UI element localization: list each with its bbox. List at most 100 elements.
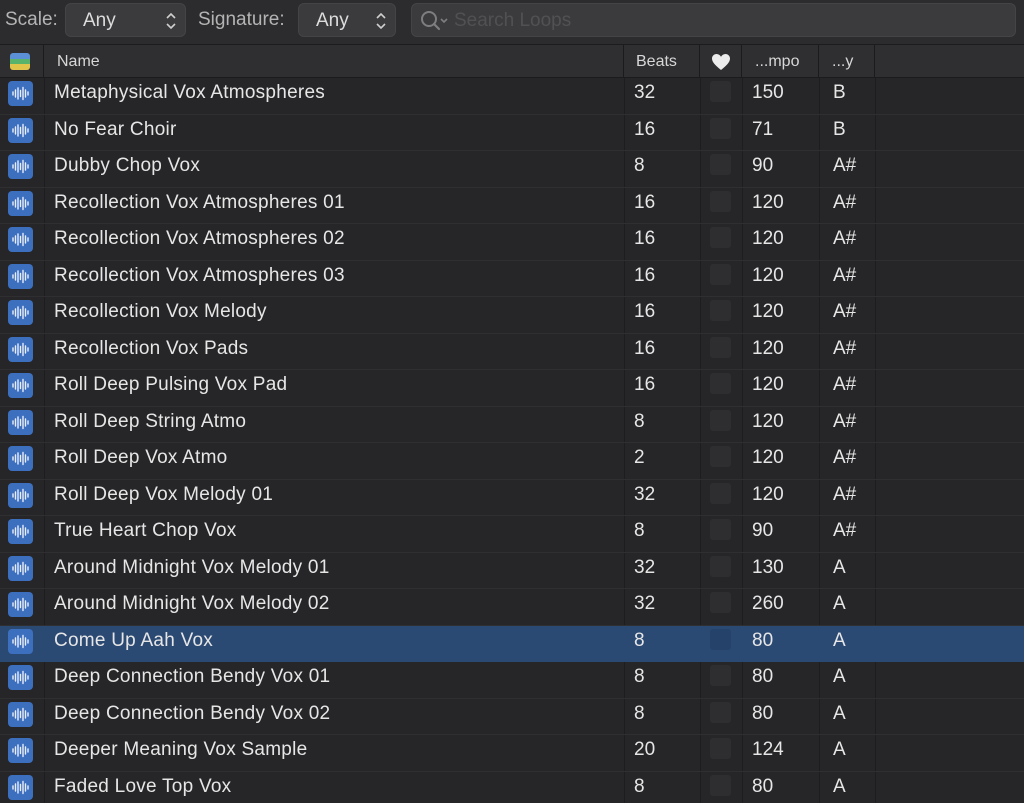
loop-tempo: 120 — [752, 191, 784, 213]
audio-waveform-icon — [8, 227, 33, 252]
loop-beats: 16 — [634, 191, 656, 213]
loop-name: Deep Connection Bendy Vox 02 — [54, 702, 331, 724]
loop-beats: 8 — [634, 155, 645, 176]
table-row[interactable]: Roll Deep Vox Atmo 2 120 A# — [0, 443, 1024, 480]
favorite-checkbox[interactable] — [710, 154, 731, 175]
favorite-checkbox[interactable] — [710, 738, 731, 759]
loop-key: B — [833, 118, 846, 140]
favorite-column-header[interactable] — [700, 45, 742, 78]
beats-column-header[interactable]: Beats — [624, 45, 700, 78]
loop-beats: 32 — [634, 483, 656, 505]
loop-tempo: 260 — [752, 593, 784, 614]
favorite-checkbox[interactable] — [710, 263, 731, 285]
table-row[interactable]: Dubby Chop Vox 8 90 A# — [0, 151, 1024, 188]
loop-key: A — [833, 666, 846, 687]
loop-key: A# — [833, 520, 857, 541]
favorite-checkbox[interactable] — [710, 446, 731, 467]
audio-waveform-icon — [8, 373, 33, 398]
loop-beats: 2 — [634, 447, 645, 468]
loop-name: Recollection Vox Atmospheres 03 — [54, 264, 345, 286]
loop-tempo: 120 — [752, 374, 784, 395]
loop-beats: 32 — [634, 593, 656, 614]
table-row[interactable]: Roll Deep String Atmo 8 120 A# — [0, 407, 1024, 443]
loop-key: A — [833, 775, 846, 797]
audio-waveform-icon — [8, 300, 33, 325]
audio-waveform-icon — [8, 519, 33, 544]
favorite-checkbox[interactable] — [710, 774, 731, 796]
loop-tempo: 80 — [752, 702, 774, 724]
audio-waveform-icon — [8, 117, 33, 143]
favorite-checkbox[interactable] — [710, 519, 731, 540]
loop-beats: 16 — [634, 374, 656, 395]
table-row[interactable]: No Fear Choir 16 71 B — [0, 115, 1024, 151]
loop-beats: 16 — [634, 228, 656, 249]
loop-key: A# — [833, 483, 857, 505]
audio-waveform-icon — [8, 701, 33, 727]
table-row[interactable]: True Heart Chop Vox 8 90 A# — [0, 516, 1024, 553]
loop-key: A — [833, 739, 846, 760]
loop-beats: 32 — [634, 556, 656, 578]
favorite-checkbox[interactable] — [710, 190, 731, 212]
loop-name: Recollection Vox Atmospheres 01 — [54, 191, 345, 213]
key-column-header[interactable]: ...y — [819, 45, 875, 78]
loop-beats: 8 — [634, 520, 645, 541]
loop-tempo: 120 — [752, 264, 784, 286]
favorite-checkbox[interactable] — [710, 409, 731, 431]
signature-label: Signature: — [198, 9, 285, 30]
favorite-checkbox[interactable] — [710, 592, 731, 613]
favorite-checkbox[interactable] — [710, 300, 731, 321]
audio-waveform-icon — [8, 555, 33, 581]
loop-name: Deep Connection Bendy Vox 01 — [54, 666, 331, 687]
favorite-checkbox[interactable] — [710, 665, 731, 686]
table-row[interactable]: Recollection Vox Atmospheres 03 16 120 A… — [0, 261, 1024, 297]
color-column-header[interactable] — [0, 45, 44, 78]
loop-key: A# — [833, 191, 857, 213]
loop-name: Roll Deep String Atmo — [54, 410, 247, 432]
favorite-checkbox[interactable] — [710, 336, 731, 358]
table-row[interactable]: Around Midnight Vox Melody 01 32 130 A — [0, 553, 1024, 589]
table-row[interactable]: Deeper Meaning Vox Sample 20 124 A — [0, 735, 1024, 772]
loop-key: A# — [833, 410, 857, 432]
favorite-checkbox[interactable] — [710, 482, 731, 504]
loop-tempo: 120 — [752, 483, 784, 505]
loop-beats: 16 — [634, 337, 656, 359]
name-column-header[interactable]: Name — [44, 45, 624, 78]
table-row[interactable]: Come Up Aah Vox 8 80 A — [0, 625, 1024, 662]
favorite-checkbox[interactable] — [710, 628, 731, 650]
loop-beats: 16 — [634, 301, 656, 322]
loop-tempo: 130 — [752, 556, 784, 578]
favorite-checkbox[interactable] — [710, 373, 731, 394]
tempo-column-header[interactable]: ...mpo — [742, 45, 819, 78]
signature-select[interactable]: Any — [298, 3, 396, 37]
favorite-checkbox[interactable] — [710, 117, 731, 139]
favorite-checkbox[interactable] — [710, 81, 731, 102]
filter-bar: Scale: Any Signature: Any Search Loops — [0, 0, 1024, 45]
favorite-checkbox[interactable] — [710, 701, 731, 723]
table-row[interactable]: Deep Connection Bendy Vox 02 8 80 A — [0, 699, 1024, 735]
favorite-checkbox[interactable] — [710, 555, 731, 577]
table-row[interactable]: Roll Deep Vox Melody 01 32 120 A# — [0, 480, 1024, 516]
loop-name: Deeper Meaning Vox Sample — [54, 739, 308, 760]
table-row[interactable]: Recollection Vox Atmospheres 01 16 120 A… — [0, 188, 1024, 224]
loop-key: A# — [833, 264, 857, 286]
table-row[interactable]: Recollection Vox Pads 16 120 A# — [0, 334, 1024, 370]
scale-select-value: Any — [83, 10, 116, 31]
loop-tempo: 90 — [752, 520, 774, 541]
loop-beats: 8 — [634, 410, 645, 432]
table-row[interactable]: Recollection Vox Melody 16 120 A# — [0, 297, 1024, 334]
table-row[interactable]: Around Midnight Vox Melody 02 32 260 A — [0, 589, 1024, 626]
table-row[interactable]: Recollection Vox Atmospheres 02 16 120 A… — [0, 224, 1024, 261]
table-row[interactable]: Faded Love Top Vox 8 80 A — [0, 772, 1024, 803]
audio-waveform-icon — [8, 336, 33, 362]
loop-key: A — [833, 702, 846, 724]
chevron-updown-icon — [376, 12, 386, 30]
favorite-checkbox[interactable] — [710, 227, 731, 248]
table-row[interactable]: Deep Connection Bendy Vox 01 8 80 A — [0, 662, 1024, 699]
loop-tempo: 124 — [752, 739, 784, 760]
search-field[interactable]: Search Loops — [411, 3, 1016, 37]
table-row[interactable]: Metaphysical Vox Atmospheres 32 150 B — [0, 78, 1024, 115]
loop-key: A — [833, 556, 846, 578]
scale-select[interactable]: Any — [65, 3, 186, 37]
table-row[interactable]: Roll Deep Pulsing Vox Pad 16 120 A# — [0, 370, 1024, 407]
audio-waveform-icon — [8, 409, 33, 435]
